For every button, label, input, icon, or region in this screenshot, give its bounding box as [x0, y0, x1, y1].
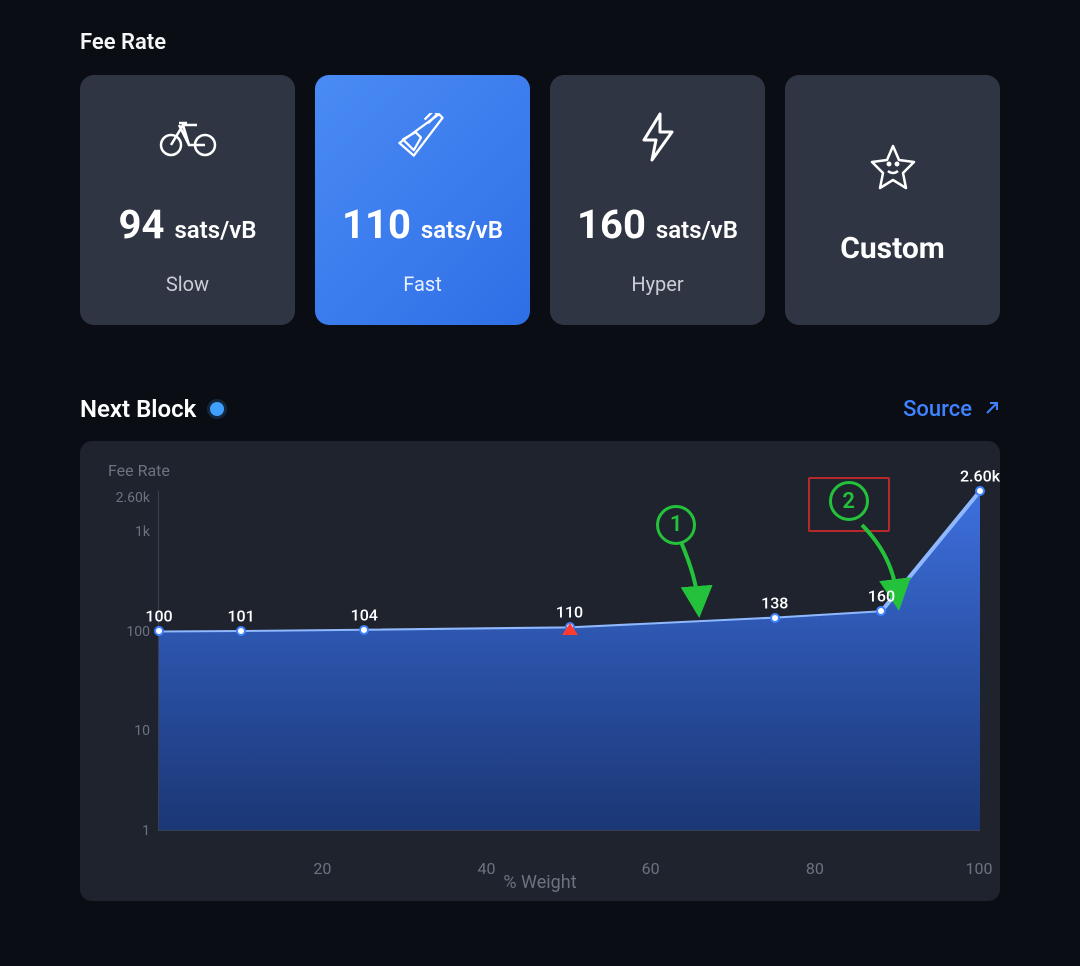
- next-block-title: Next Block: [80, 395, 196, 423]
- bicycle-icon: [159, 109, 217, 165]
- airplane-icon: [394, 109, 452, 165]
- plot-area: 1 2 1001011041101381602.60k: [158, 491, 980, 831]
- chart-point-label: 2.60k: [960, 466, 1000, 485]
- chart-point-label: 104: [351, 605, 378, 624]
- fee-unit: sats/vB: [421, 216, 503, 244]
- chart-point-label: 110: [556, 603, 583, 622]
- y-tick: 10: [90, 723, 150, 739]
- annotation-arrow-icon: [676, 542, 716, 612]
- chart-point: [154, 626, 164, 636]
- chart-point: [770, 613, 780, 623]
- y-axis-ticks: 2.60k 1k 100 10 1: [90, 491, 150, 831]
- fee-name: Slow: [166, 272, 209, 296]
- custom-label: Custom: [840, 231, 945, 266]
- bolt-icon: [638, 109, 678, 165]
- fee-name: Fast: [403, 272, 441, 296]
- y-tick: 2.60k: [90, 490, 150, 506]
- next-block-header: Next Block Source: [80, 395, 1000, 423]
- fee-rate-title: Fee Rate: [80, 30, 1000, 55]
- fee-card-hyper[interactable]: 160 sats/vB Hyper: [550, 75, 765, 325]
- chart-point-label: 160: [868, 586, 895, 605]
- fee-value: 160: [577, 201, 646, 248]
- chart-point: [876, 606, 886, 616]
- fee-rate-cards: 94 sats/vB Slow 110 sats/vB Fast 160 sat…: [80, 75, 1000, 325]
- y-tick: 1k: [90, 524, 150, 540]
- source-label: Source: [903, 397, 972, 422]
- annotation-circle-1: 1: [656, 505, 696, 545]
- chart-point: [359, 625, 369, 635]
- y-tick: 100: [90, 624, 150, 640]
- fee-value: 110: [342, 201, 411, 248]
- chart-y-title: Fee Rate: [108, 461, 170, 480]
- selected-marker-icon: [562, 623, 578, 635]
- chart-point: [975, 486, 985, 496]
- fee-card-slow[interactable]: 94 sats/vB Slow: [80, 75, 295, 325]
- annotation-circle-2: 2: [829, 481, 869, 521]
- external-link-icon: [982, 400, 1000, 418]
- chart-point: [236, 626, 246, 636]
- next-block-chart: Fee Rate 2.60k 1k 100 10 1 1 2 100101104…: [80, 441, 1000, 901]
- chart-point-label: 100: [145, 607, 172, 626]
- chart-x-label: % Weight: [80, 872, 1000, 893]
- chart-point-label: 101: [227, 606, 254, 625]
- fee-unit: sats/vB: [656, 216, 738, 244]
- fee-name: Hyper: [631, 272, 683, 296]
- fee-card-custom[interactable]: Custom: [785, 75, 1000, 325]
- star-icon: [868, 139, 918, 195]
- source-link[interactable]: Source: [903, 397, 1000, 422]
- fee-unit: sats/vB: [174, 216, 256, 244]
- fee-card-fast[interactable]: 110 sats/vB Fast: [315, 75, 530, 325]
- chart-point-label: 138: [761, 593, 788, 612]
- y-tick: 1: [90, 823, 150, 839]
- fee-value: 94: [119, 201, 165, 248]
- live-indicator-icon: [210, 402, 224, 416]
